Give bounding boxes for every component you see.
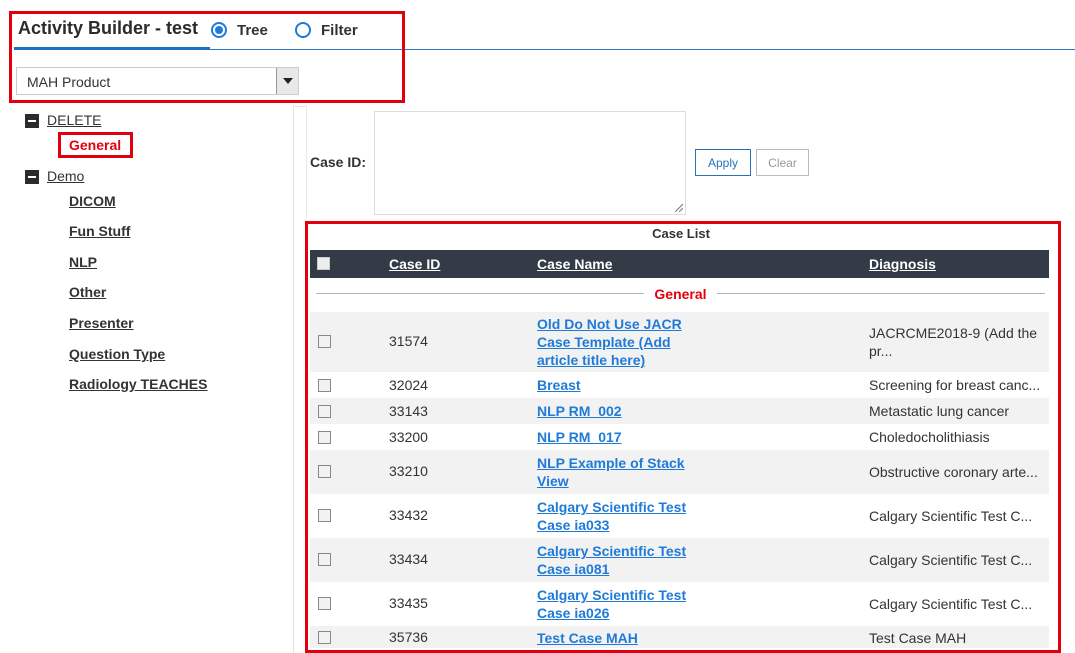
column-header-case-name[interactable]: Case Name <box>537 256 613 272</box>
header-highlight-box <box>9 11 405 103</box>
diagnosis-cell: Calgary Scientific Test C... <box>869 552 1033 568</box>
case-name-link[interactable]: Calgary Scientific Test Case ia081 <box>537 542 687 578</box>
apply-button[interactable]: Apply <box>695 149 751 176</box>
diagnosis-cell: Choledocholithiasis <box>869 429 990 445</box>
case-list-title: Case List <box>652 226 710 241</box>
table-row[interactable]: 33435 Calgary Scientific Test Case ia026… <box>310 582 1049 626</box>
collapse-icon[interactable] <box>25 114 39 128</box>
tree-node-general[interactable]: General <box>69 137 121 153</box>
diagnosis-cell: Test Case MAH <box>869 630 967 646</box>
tree-node-other[interactable]: Other <box>69 284 106 300</box>
table-row[interactable]: 35736 Test Case MAH Test Case MAH <box>310 626 1049 648</box>
column-header-case-id[interactable]: Case ID <box>389 256 440 272</box>
tree-node-fun-stuff[interactable]: Fun Stuff <box>69 223 130 239</box>
diagnosis-cell: JACRCME2018-9 (Add the pr... <box>869 325 1038 359</box>
group-label: General <box>644 286 717 302</box>
column-header-diagnosis[interactable]: Diagnosis <box>869 256 936 272</box>
row-checkbox[interactable] <box>318 335 331 348</box>
row-checkbox[interactable] <box>318 431 331 444</box>
case-name-link[interactable]: Breast <box>537 376 687 394</box>
row-checkbox[interactable] <box>318 465 331 478</box>
case-id-cell: 33210 <box>389 463 428 479</box>
panel-divider <box>293 106 294 653</box>
table-row[interactable]: 33434 Calgary Scientific Test Case ia081… <box>310 538 1049 582</box>
case-name-link[interactable]: Calgary Scientific Test Case ia033 <box>537 498 687 534</box>
resize-handle-icon[interactable] <box>673 202 683 212</box>
case-name-link[interactable]: NLP Example of Stack View <box>537 454 687 490</box>
row-checkbox[interactable] <box>318 509 331 522</box>
case-id-cell: 33143 <box>389 403 428 419</box>
diagnosis-cell: Screening for breast canc... <box>869 377 1041 393</box>
diagnosis-cell: Calgary Scientific Test C... <box>869 596 1033 612</box>
table-row[interactable]: 32024 Breast Screening for breast canc..… <box>310 372 1049 398</box>
table-row[interactable]: 31574 Old Do Not Use JACR Case Template … <box>310 312 1049 372</box>
tree-node-nlp[interactable]: NLP <box>69 254 97 270</box>
panel-top-divider <box>294 106 306 107</box>
table-row[interactable]: 33200 NLP RM_017 Choledocholithiasis <box>310 424 1049 450</box>
row-checkbox[interactable] <box>318 379 331 392</box>
table-row[interactable]: 33432 Calgary Scientific Test Case ia033… <box>310 494 1049 538</box>
case-name-link[interactable]: Old Do Not Use JACR Case Template (Add a… <box>537 315 687 369</box>
collapse-icon[interactable] <box>25 170 39 184</box>
case-id-cell: 33435 <box>389 595 428 611</box>
case-id-cell: 31574 <box>389 333 428 349</box>
case-id-cell: 33200 <box>389 429 428 445</box>
case-id-cell: 33432 <box>389 507 428 523</box>
select-all-checkbox[interactable] <box>317 257 330 270</box>
tree-node-delete[interactable]: DELETE <box>47 112 101 128</box>
case-id-cell: 33434 <box>389 551 428 567</box>
tree-node-presenter[interactable]: Presenter <box>69 315 134 331</box>
tree-node-dicom[interactable]: DICOM <box>69 193 116 209</box>
case-id-input[interactable] <box>374 111 686 215</box>
row-checkbox[interactable] <box>318 597 331 610</box>
tree-node-demo[interactable]: Demo <box>47 168 84 184</box>
case-id-cell: 32024 <box>389 377 428 393</box>
group-row-general: General <box>316 284 1045 304</box>
table-row[interactable]: 33210 NLP Example of Stack View Obstruct… <box>310 450 1049 494</box>
case-id-label: Case ID: <box>310 154 367 170</box>
tree-node-radiology-teaches[interactable]: Radiology TEACHES <box>69 376 207 392</box>
case-list-header: Case ID Case Name Diagnosis <box>310 250 1049 278</box>
diagnosis-cell: Metastatic lung cancer <box>869 403 1010 419</box>
case-name-link[interactable]: Calgary Scientific Test Case ia026 <box>537 586 687 622</box>
case-id-cell: 35736 <box>389 629 428 645</box>
tree-node-question-type[interactable]: Question Type <box>69 346 165 362</box>
row-checkbox[interactable] <box>318 405 331 418</box>
case-name-link[interactable]: NLP RM_017 <box>537 428 687 446</box>
clear-button[interactable]: Clear <box>756 149 809 176</box>
case-name-link[interactable]: Test Case MAH <box>537 629 687 647</box>
case-name-link[interactable]: NLP RM_002 <box>537 402 687 420</box>
row-checkbox[interactable] <box>318 553 331 566</box>
diagnosis-cell: Obstructive coronary arte... <box>869 464 1038 480</box>
table-row[interactable]: 33143 NLP RM_002 Metastatic lung cancer <box>310 398 1049 424</box>
diagnosis-cell: Calgary Scientific Test C... <box>869 508 1033 524</box>
row-checkbox[interactable] <box>318 631 331 644</box>
